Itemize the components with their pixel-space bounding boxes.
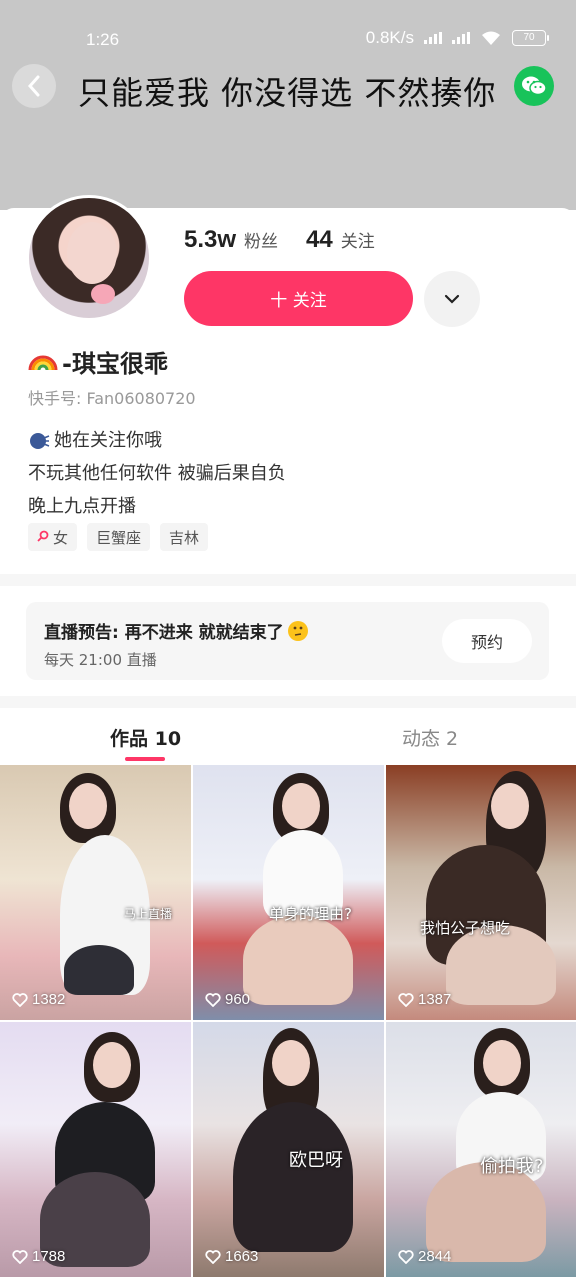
work-likes-count: 1382 — [32, 991, 66, 1008]
kuaishou-id[interactable]: 快手号: Fan06080720 — [28, 385, 196, 409]
work-likes: 2844 — [398, 1248, 451, 1265]
work-caption: 欧巴呀 — [289, 1150, 343, 1171]
network-speed: 0.8K/s — [365, 28, 414, 47]
tag-location: 吉林 — [160, 523, 209, 551]
work-likes: 1387 — [398, 991, 451, 1008]
tag-zodiac: 巨蟹座 — [87, 523, 151, 551]
work-caption: 单身的理由? — [269, 905, 352, 923]
work-tile[interactable]: 偷拍我? 2844 — [386, 1022, 576, 1277]
works-grid: 马上直播 1382 单身的理由? 960 我怕公子想吃 1387 1788 欧巴… — [0, 765, 576, 1277]
work-tile[interactable]: 欧巴呀 1663 — [193, 1022, 384, 1277]
work-likes-count: 1663 — [225, 1248, 259, 1265]
work-caption: 我怕公子想吃 — [420, 919, 511, 937]
work-likes: 1382 — [12, 991, 65, 1008]
back-chevron-icon — [27, 75, 40, 97]
followers-count[interactable]: 5.3w — [184, 226, 236, 254]
heart-icon — [12, 1249, 28, 1264]
work-likes: 960 — [205, 991, 250, 1008]
profile-stats: 5.3w 粉丝 44 关注 — [184, 226, 395, 254]
work-likes-count: 1387 — [418, 991, 452, 1008]
nickname-text: -琪宝很乖 — [62, 350, 168, 378]
heart-icon — [12, 992, 28, 1007]
work-tile[interactable]: 单身的理由? 960 — [193, 765, 384, 1020]
tab-works[interactable]: 作品 10 — [110, 724, 181, 751]
bio: 她在关注你哦 不玩其他任何软件 被骗后果自负 晚上九点开播 — [28, 424, 286, 523]
work-likes-count: 1788 — [32, 1248, 66, 1265]
thinking-face-icon — [287, 620, 308, 641]
signal-icon-2 — [452, 32, 470, 44]
work-tile[interactable]: 我怕公子想吃 1387 — [386, 765, 576, 1020]
section-divider — [0, 696, 576, 708]
bio-line-2: 不玩其他任何软件 被骗后果自负 — [28, 463, 286, 484]
following-count[interactable]: 44 — [306, 226, 333, 254]
section-divider — [0, 574, 576, 586]
avatar-face — [67, 222, 117, 284]
battery-icon: 70 — [512, 30, 549, 46]
heart-icon — [205, 1249, 221, 1264]
work-likes: 1788 — [12, 1248, 65, 1265]
followers-label[interactable]: 粉丝 — [244, 227, 278, 252]
heart-icon — [205, 992, 221, 1007]
live-schedule: 每天 21:00 直播 — [44, 651, 157, 669]
speaking-head-icon — [30, 432, 50, 449]
avatar[interactable] — [26, 195, 152, 321]
chevron-down-icon — [444, 294, 460, 304]
cover-title: 只能爱我 你没得选 不然揍你 — [78, 74, 497, 112]
wifi-icon — [482, 31, 500, 45]
female-icon — [37, 530, 49, 542]
signal-icon — [424, 32, 442, 44]
work-likes-count: 960 — [225, 991, 251, 1008]
back-button[interactable] — [12, 64, 56, 108]
heart-icon — [398, 1249, 414, 1264]
following-label[interactable]: 关注 — [341, 227, 375, 252]
wechat-icon — [522, 76, 547, 96]
tab-moments[interactable]: 动态 2 — [402, 724, 458, 751]
tag-gender: 女 — [28, 523, 78, 551]
rainbow-icon — [28, 355, 58, 370]
work-likes: 1663 — [205, 1248, 258, 1265]
work-tile[interactable]: 马上直播 1382 — [0, 765, 191, 1020]
more-options-button[interactable] — [424, 271, 480, 327]
pig-sticker-icon — [91, 284, 115, 304]
bio-line-1: 她在关注你哦 — [54, 430, 162, 451]
bio-line: 她在关注你哦 — [28, 424, 286, 457]
status-time: 1:26 — [86, 30, 120, 49]
follow-button[interactable]: 十 关注 — [184, 271, 413, 326]
nickname: -琪宝很乖 — [28, 344, 168, 379]
status-bar: 1:26 0.8K/s 70 — [0, 0, 576, 60]
work-likes-count: 2844 — [418, 1248, 452, 1265]
profile-tags: 女 巨蟹座 吉林 — [28, 523, 209, 551]
work-tile[interactable]: 1788 — [0, 1022, 191, 1277]
heart-icon — [398, 992, 414, 1007]
status-icons: 0.8K/s 70 — [365, 28, 549, 48]
live-notice-title: 直播预告: 再不进来 就就结束了 — [44, 618, 309, 643]
reserve-button[interactable]: 预约 — [442, 619, 532, 663]
active-tab-indicator — [125, 757, 165, 761]
live-notice[interactable]: 直播预告: 再不进来 就就结束了 每天 21:00 直播 预约 — [26, 602, 549, 680]
bio-line-3: 晚上九点开播 — [28, 496, 136, 517]
live-notice-title-text: 直播预告: 再不进来 就就结束了 — [44, 623, 284, 643]
follow-button-label: 十 关注 — [270, 291, 327, 311]
work-caption: 马上直播 — [124, 907, 173, 921]
tag-gender-label: 女 — [53, 528, 69, 547]
work-caption: 偷拍我? — [480, 1156, 544, 1177]
content-tabs: 作品 10 动态 2 — [0, 712, 576, 764]
wechat-share-button[interactable] — [514, 66, 554, 106]
